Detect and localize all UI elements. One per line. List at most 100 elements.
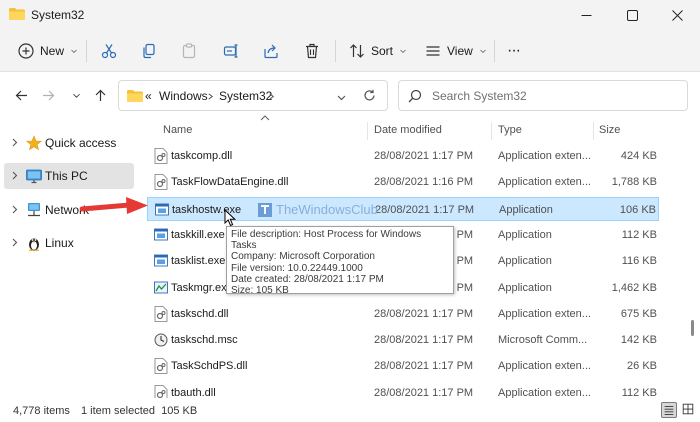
arrow-left-icon: [15, 90, 27, 100]
watermark-text: TheWindowsClub: [276, 202, 378, 217]
exe-icon: [154, 227, 168, 243]
scrollbar-thumb[interactable]: [691, 320, 694, 336]
breadcrumb-overflow[interactable]: «: [145, 89, 152, 103]
vertical-scrollbar[interactable]: [689, 118, 697, 398]
search-box[interactable]: Search System32: [398, 80, 688, 111]
new-button[interactable]: New: [18, 38, 78, 64]
copy-button[interactable]: [141, 38, 157, 64]
file-name: TaskSchdPS.dll: [171, 360, 248, 373]
minimize-button[interactable]: [563, 0, 609, 30]
file-size: 142 KB: [620, 334, 657, 347]
column-divider[interactable]: [593, 122, 594, 140]
watermark-logo-icon: [258, 202, 272, 217]
network-icon: [28, 203, 40, 217]
maximize-button[interactable]: [609, 0, 655, 30]
new-icon: [18, 43, 34, 59]
address-bar-row: « Windows System32 Search System32: [0, 72, 700, 118]
details-view-button[interactable]: [661, 402, 677, 418]
breadcrumb-system32[interactable]: System32: [219, 89, 272, 103]
chevron-right-icon[interactable]: [10, 205, 19, 214]
file-size: 116 KB: [621, 255, 657, 268]
toolbar-divider: [86, 40, 87, 62]
tooltip-company: Company: Microsoft Corporation: [231, 251, 375, 263]
file-size: 1,788 KB: [611, 176, 657, 189]
address-dropdown-icon[interactable]: [337, 93, 346, 102]
column-header-date[interactable]: Date modified: [374, 124, 442, 136]
chevron-right-icon[interactable]: [10, 238, 19, 247]
file-date: 28/08/2021 1:16 PM: [374, 176, 474, 189]
command-bar: New Sort View ···: [0, 30, 700, 72]
view-button[interactable]: View: [425, 38, 487, 64]
column-header-name[interactable]: Name: [163, 124, 192, 136]
chevron-right-icon: [208, 93, 214, 100]
share-button[interactable]: [263, 38, 279, 64]
file-type: Application: [498, 281, 552, 294]
column-header-type[interactable]: Type: [498, 124, 522, 136]
search-input[interactable]: Search System32: [432, 89, 527, 103]
file-name: taskkill.exe: [171, 228, 225, 241]
exe-icon: [155, 202, 169, 218]
file-row[interactable]: taskschd.dll 28/08/2021 1:17 PM Applicatio…: [147, 302, 659, 326]
file-type: Application exten...: [498, 307, 591, 320]
exe-icon: [154, 253, 168, 269]
tiles-view-button[interactable]: [681, 402, 697, 418]
address-bar[interactable]: « Windows System32: [118, 80, 388, 111]
column-divider[interactable]: [491, 122, 492, 140]
file-date: 28/08/2021 1:17 PM: [374, 307, 474, 320]
file-name: tbauth.dll: [171, 386, 216, 399]
file-type: Application: [499, 203, 553, 216]
column-divider[interactable]: [367, 122, 368, 140]
file-name: tasklist.exe: [171, 255, 226, 268]
trash-icon: [306, 43, 318, 59]
chevron-right-icon[interactable]: [10, 171, 19, 180]
more-button[interactable]: ···: [507, 38, 521, 64]
sidebar-item-quick-access[interactable]: Quick access: [4, 130, 134, 156]
tiles-view-icon: [682, 403, 694, 415]
rename-button[interactable]: [223, 38, 239, 64]
item-count: 4,778 items: [13, 405, 70, 417]
file-date: 28/08/2021 1:17 PM: [374, 150, 474, 162]
sidebar-item-linux[interactable]: Linux: [4, 230, 134, 256]
breadcrumb-windows[interactable]: Windows: [159, 89, 208, 103]
file-row[interactable]: TaskFlowDataEngine.dll 28/08/2021 1:16 PM…: [147, 170, 659, 194]
close-button[interactable]: [654, 0, 700, 30]
refresh-icon[interactable]: [363, 89, 376, 102]
maximize-icon: [626, 9, 638, 21]
file-size: 26 KB: [627, 360, 657, 373]
scissors-icon: [101, 44, 117, 59]
file-type: Application: [498, 228, 552, 241]
column-header-size[interactable]: Size: [599, 124, 620, 136]
dll-icon: [154, 174, 168, 191]
view-list-icon: [426, 46, 440, 56]
mouse-cursor-icon: [224, 209, 236, 227]
folder-icon: [9, 8, 25, 20]
file-type: Application: [498, 255, 552, 268]
view-label: View: [447, 44, 473, 58]
msc-icon: [154, 332, 168, 348]
forward-button[interactable]: [39, 86, 57, 104]
file-info-tooltip: File description: Host Process for Windo…: [226, 226, 454, 296]
file-row[interactable]: TaskSchdPS.dll 28/08/2021 1:17 PM Applicat…: [147, 354, 659, 378]
arrow-up-icon: [95, 89, 105, 101]
sort-button[interactable]: Sort: [349, 38, 407, 64]
up-button[interactable]: [91, 86, 109, 104]
chevron-down-icon: [71, 49, 77, 54]
file-name: TaskFlowDataEngine.dll: [171, 176, 289, 189]
file-row[interactable]: taskcomp.dll 28/08/2021 1:17 PM Applicatio…: [147, 144, 659, 168]
chevron-right-icon[interactable]: [10, 138, 19, 147]
file-name: taskschd.dll: [171, 307, 229, 320]
back-button[interactable]: [12, 86, 30, 104]
file-type: Application exten...: [498, 360, 591, 373]
delete-button[interactable]: [304, 38, 320, 64]
file-size: 112 KB: [621, 228, 657, 241]
copy-icon: [143, 43, 155, 59]
sidebar-item-label: Linux: [45, 236, 74, 250]
recent-locations-button[interactable]: [67, 86, 85, 104]
sidebar-item-this-pc[interactable]: This PC: [4, 163, 134, 189]
more-icon: ···: [507, 42, 521, 59]
file-row[interactable]: taskschd.msc 28/08/2021 1:17 PM Microsoft …: [147, 328, 659, 352]
file-type: Microsoft Comm...: [498, 334, 588, 347]
cut-button[interactable]: [101, 38, 117, 64]
paste-button[interactable]: [181, 38, 197, 64]
new-label: New: [40, 44, 65, 58]
